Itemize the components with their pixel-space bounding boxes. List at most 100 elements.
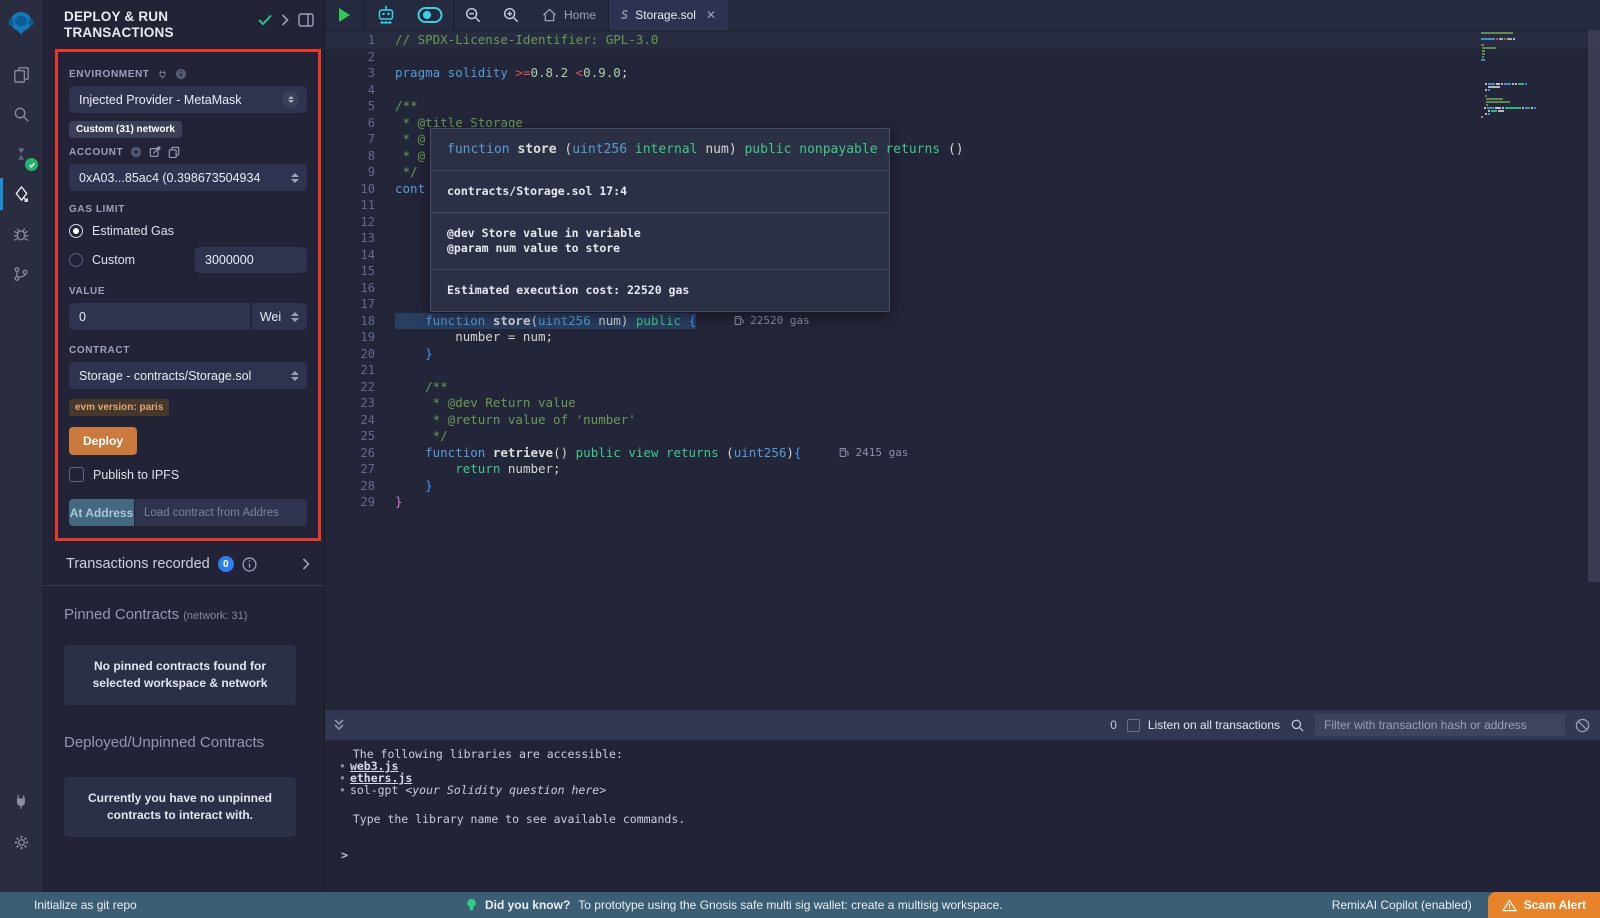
did-you-know-tip: Did you know? To prototype using the Gno… (466, 898, 1003, 912)
line-number: 9 (325, 164, 375, 181)
search-icon[interactable] (0, 94, 42, 134)
line-number: 5 (325, 98, 375, 115)
terminal-prompt[interactable]: > (339, 848, 1600, 862)
transactions-count-badge: 0 (218, 556, 234, 572)
evm-version-badge: evm version: paris (69, 399, 169, 416)
listen-all-transactions[interactable]: Listen on all transactions (1127, 718, 1280, 732)
line-number: 6 (325, 115, 375, 132)
estimated-gas-radio[interactable] (69, 224, 83, 238)
terminal-filter-input[interactable] (1315, 714, 1565, 736)
settings-gear-icon[interactable] (0, 822, 42, 862)
line-number: 23 (325, 395, 375, 412)
gas-limit-label: GAS LIMIT (69, 204, 307, 215)
publish-ipfs-text: Publish to IPFS (93, 468, 179, 482)
environment-info-icon[interactable] (175, 68, 187, 80)
git-icon[interactable] (0, 254, 42, 294)
line-number: 11 (325, 197, 375, 214)
line-number: 12 (325, 214, 375, 231)
publish-ipfs-option[interactable]: Publish to IPFS (69, 467, 307, 482)
copilot-status[interactable]: RemixAI Copilot (enabled) (1332, 898, 1488, 912)
terminal-header: 0 Listen on all transactions (325, 710, 1600, 740)
zoom-out-icon[interactable] (454, 0, 492, 30)
terminal-body[interactable]: The following libraries are accessible: … (325, 740, 1600, 892)
contract-stepper-icon (291, 371, 299, 381)
code-editor[interactable]: 1// SPDX-License-Identifier: GPL-3.023pr… (325, 30, 1600, 710)
clear-console-icon[interactable] (1575, 718, 1590, 733)
code-line: 29} (325, 494, 1600, 511)
unit-stepper-icon (291, 312, 299, 322)
solidity-file-icon: S (621, 8, 628, 22)
line-number: 17 (325, 296, 375, 313)
panel-chevron-right-icon[interactable] (281, 14, 289, 26)
close-tab-icon[interactable]: ✕ (706, 8, 716, 22)
transactions-info-icon[interactable] (242, 557, 257, 572)
line-number: 4 (325, 82, 375, 99)
estimated-gas-text: Estimated Gas (92, 224, 174, 238)
value-input[interactable] (69, 303, 250, 330)
ai-copilot-robot-icon[interactable] (365, 0, 407, 30)
home-icon (542, 8, 557, 22)
main-area: Home S Storage.sol ✕ 1// SPDX-License-Id… (325, 0, 1600, 892)
terminal-hint: Type the library name to see available c… (339, 813, 1600, 825)
scam-alert-button[interactable]: Scam Alert (1488, 892, 1600, 918)
code-line: 24 * @return value of 'number' (325, 412, 1600, 429)
git-init-status[interactable]: Initialize as git repo (0, 898, 137, 912)
file-explorer-icon[interactable] (0, 54, 42, 94)
listen-checkbox[interactable] (1127, 719, 1140, 732)
collapse-terminal-icon[interactable] (333, 718, 345, 732)
solidity-compiler-icon[interactable] (0, 134, 42, 174)
gas-estimate-annotation: 22520 gas (734, 313, 810, 330)
contract-select[interactable]: Storage - contracts/Storage.sol (69, 362, 307, 389)
publish-ipfs-checkbox[interactable] (69, 467, 84, 482)
add-account-icon[interactable] (130, 146, 142, 158)
panel-pin-layout-icon[interactable] (298, 13, 314, 27)
custom-gas-option[interactable]: Custom (69, 247, 307, 273)
environment-select[interactable]: Injected Provider - MetaMask (69, 86, 307, 113)
transactions-expand-icon[interactable] (302, 558, 310, 570)
zoom-in-icon[interactable] (492, 0, 530, 30)
deploy-run-icon[interactable] (0, 174, 42, 214)
plugin-manager-icon[interactable] (0, 782, 42, 822)
line-number: 1 (325, 32, 375, 49)
pinned-network-subtitle: (network: 31) (183, 610, 247, 622)
copy-account-icon[interactable] (168, 146, 180, 158)
code-line: 4 (325, 82, 1600, 99)
copilot-toggle[interactable] (407, 0, 453, 30)
panel-header: DEPLOY & RUN TRANSACTIONS (42, 0, 324, 45)
icon-rail (0, 0, 42, 892)
at-address-button[interactable]: At Address (69, 499, 134, 526)
tab-storage-sol[interactable]: S Storage.sol ✕ (609, 0, 728, 30)
custom-gas-input[interactable] (195, 247, 307, 273)
editor-tabbar: Home S Storage.sol ✕ (325, 0, 1600, 30)
debugger-icon[interactable] (0, 214, 42, 254)
terminal-tx-count: 0 (1110, 718, 1117, 732)
remix-logo[interactable] (0, 0, 42, 46)
terminal-search-icon (1290, 718, 1305, 733)
editor-minimap[interactable] (1481, 32, 1537, 119)
run-script-button[interactable] (325, 0, 364, 30)
tab-home[interactable]: Home (530, 0, 608, 30)
estimated-gas-option[interactable]: Estimated Gas (69, 224, 307, 238)
code-line: 21 (325, 362, 1600, 379)
editor-scrollbar[interactable] (1588, 30, 1600, 582)
code-line: 22 /** (325, 379, 1600, 396)
tooltip-doc-dev: @dev Store value in variable (447, 226, 873, 241)
sign-message-icon[interactable] (149, 146, 161, 158)
code-line: 2 (325, 49, 1600, 66)
value-unit-select[interactable]: Wei (252, 303, 307, 330)
deploy-button[interactable]: Deploy (69, 427, 137, 455)
environment-label: ENVIRONMENT (69, 68, 307, 80)
account-select[interactable]: 0xA03...85ac4 (0.398673504934 (69, 164, 307, 191)
terminal-library-list: •web3.js•ethers.js•sol-gpt <your Solidit… (339, 760, 1600, 796)
custom-gas-radio[interactable] (69, 253, 83, 267)
at-address-input[interactable] (135, 499, 307, 526)
line-number: 22 (325, 379, 375, 396)
line-number: 3 (325, 65, 375, 82)
transactions-recorded-row[interactable]: Transactions recorded 0 (42, 541, 324, 586)
line-number: 27 (325, 461, 375, 478)
line-number: 20 (325, 346, 375, 363)
terminal-intro: The following libraries are accessible: (339, 748, 1600, 760)
line-number: 13 (325, 230, 375, 247)
transactions-recorded-label: Transactions recorded (66, 556, 210, 572)
line-number: 26 (325, 445, 375, 462)
